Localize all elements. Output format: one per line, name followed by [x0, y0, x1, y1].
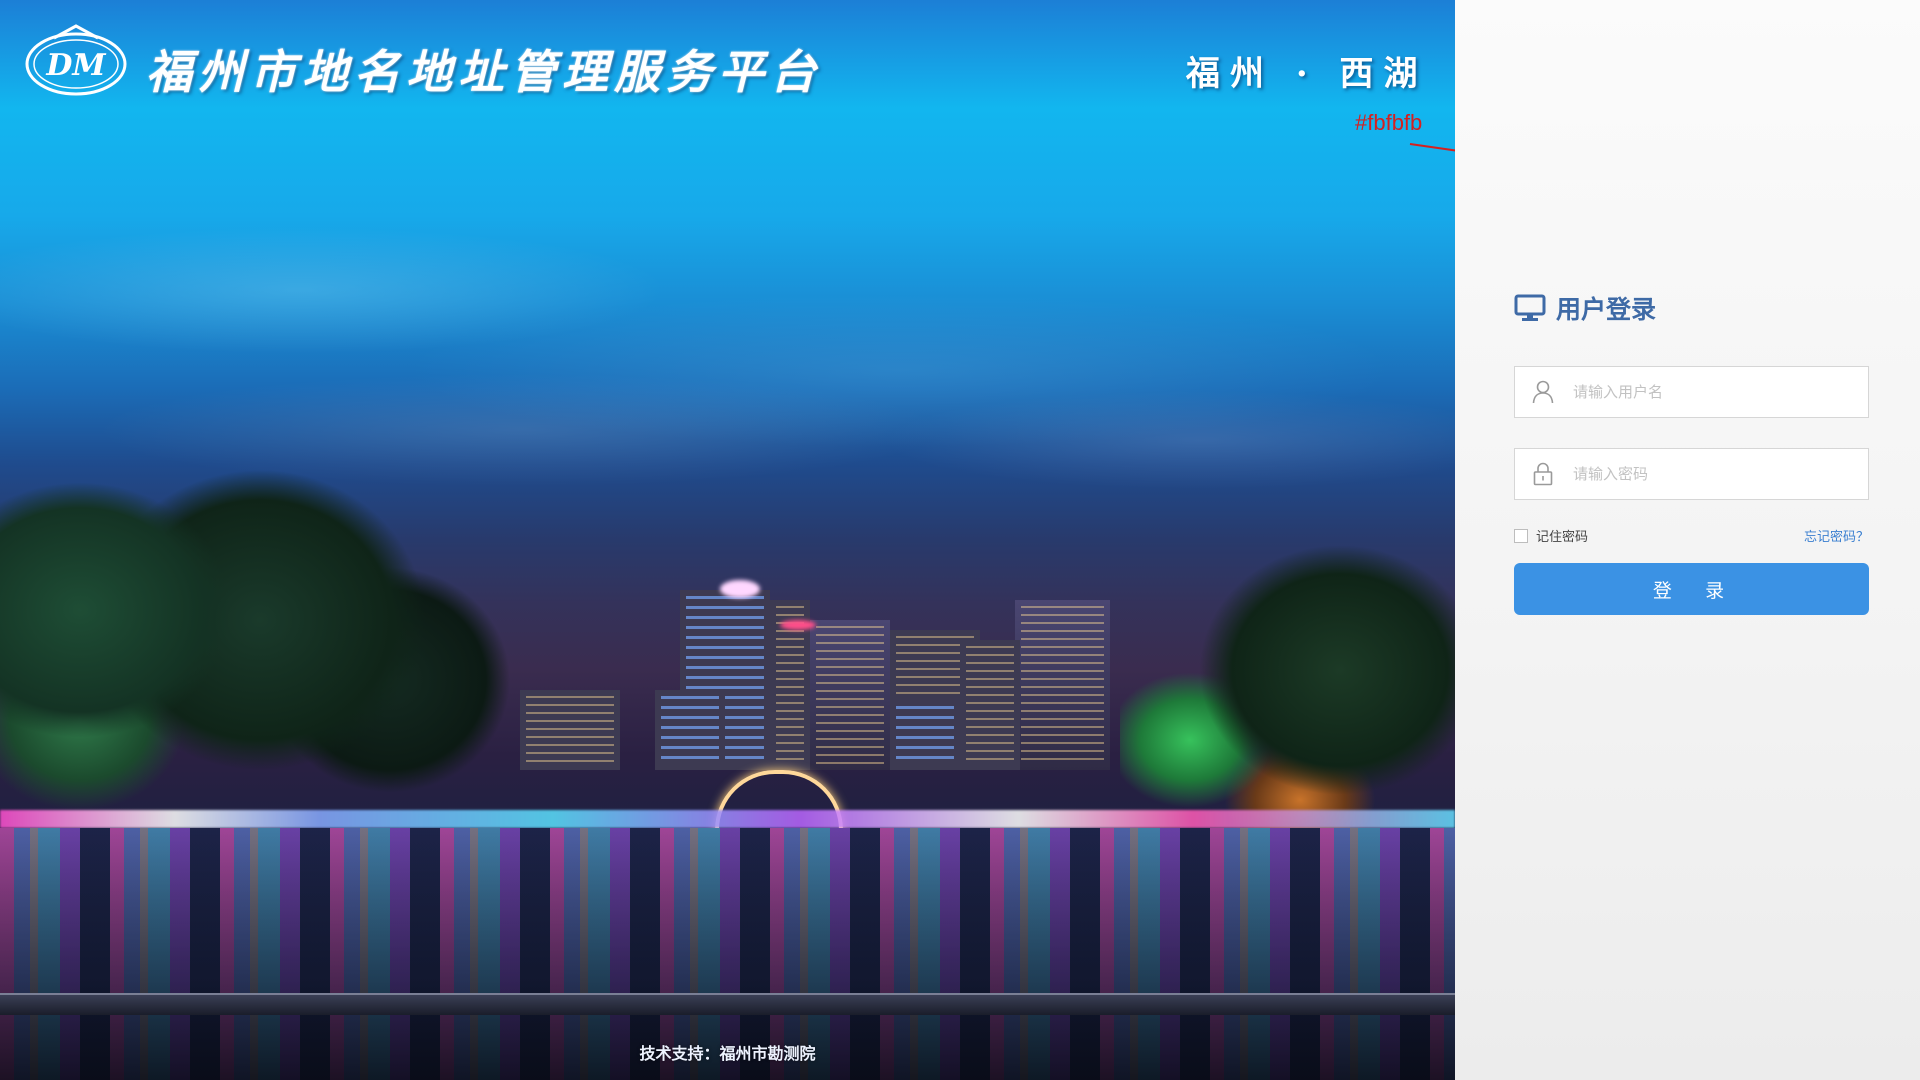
username-input[interactable]: [1571, 367, 1868, 417]
pier: [0, 993, 1455, 1015]
building: [655, 690, 725, 770]
password-input[interactable]: [1571, 449, 1868, 499]
lock-icon: [1515, 449, 1571, 499]
remember-checkbox[interactable]: [1514, 528, 1528, 543]
building: [1015, 600, 1110, 770]
place-title: 福州 · 西湖: [1186, 54, 1428, 94]
login-heading: 用户登录: [1514, 290, 1869, 326]
building-glow: [780, 620, 816, 630]
remember-password[interactable]: 记住密码: [1514, 526, 1588, 545]
shoreline-lights: [0, 810, 1455, 828]
login-button[interactable]: 登 录: [1514, 563, 1869, 615]
login-title: 用户登录: [1556, 296, 1657, 324]
login-panel: 用户登录 记住密码: [1455, 0, 1920, 1080]
color-annotation-label: #fbfbfb: [1355, 110, 1423, 135]
platform-logo: DM: [24, 22, 128, 96]
building: [890, 700, 960, 770]
trees-left: [0, 420, 520, 860]
logo-emblem-icon: DM: [25, 24, 127, 96]
login-options: 记住密码 忘记密码？: [1514, 526, 1869, 545]
username-field[interactable]: [1514, 366, 1869, 418]
user-icon: [1515, 367, 1571, 417]
forgot-password-link[interactable]: 忘记密码？: [1804, 526, 1869, 545]
building: [810, 620, 890, 770]
building-glow: [720, 580, 760, 598]
remember-label: 记住密码: [1536, 529, 1589, 544]
login-form: 用户登录 记住密码: [1514, 290, 1869, 615]
monitor-icon: [1514, 294, 1546, 321]
password-field[interactable]: [1514, 448, 1869, 500]
building: [960, 640, 1020, 770]
tech-support-text: 技术支持：福州市勘测院: [639, 1046, 816, 1063]
building: [520, 690, 620, 770]
site-title: 福州市地名地址管理服务平台: [146, 45, 822, 99]
logo-letters: DM: [45, 48, 106, 83]
background-photo: [0, 0, 1455, 1080]
